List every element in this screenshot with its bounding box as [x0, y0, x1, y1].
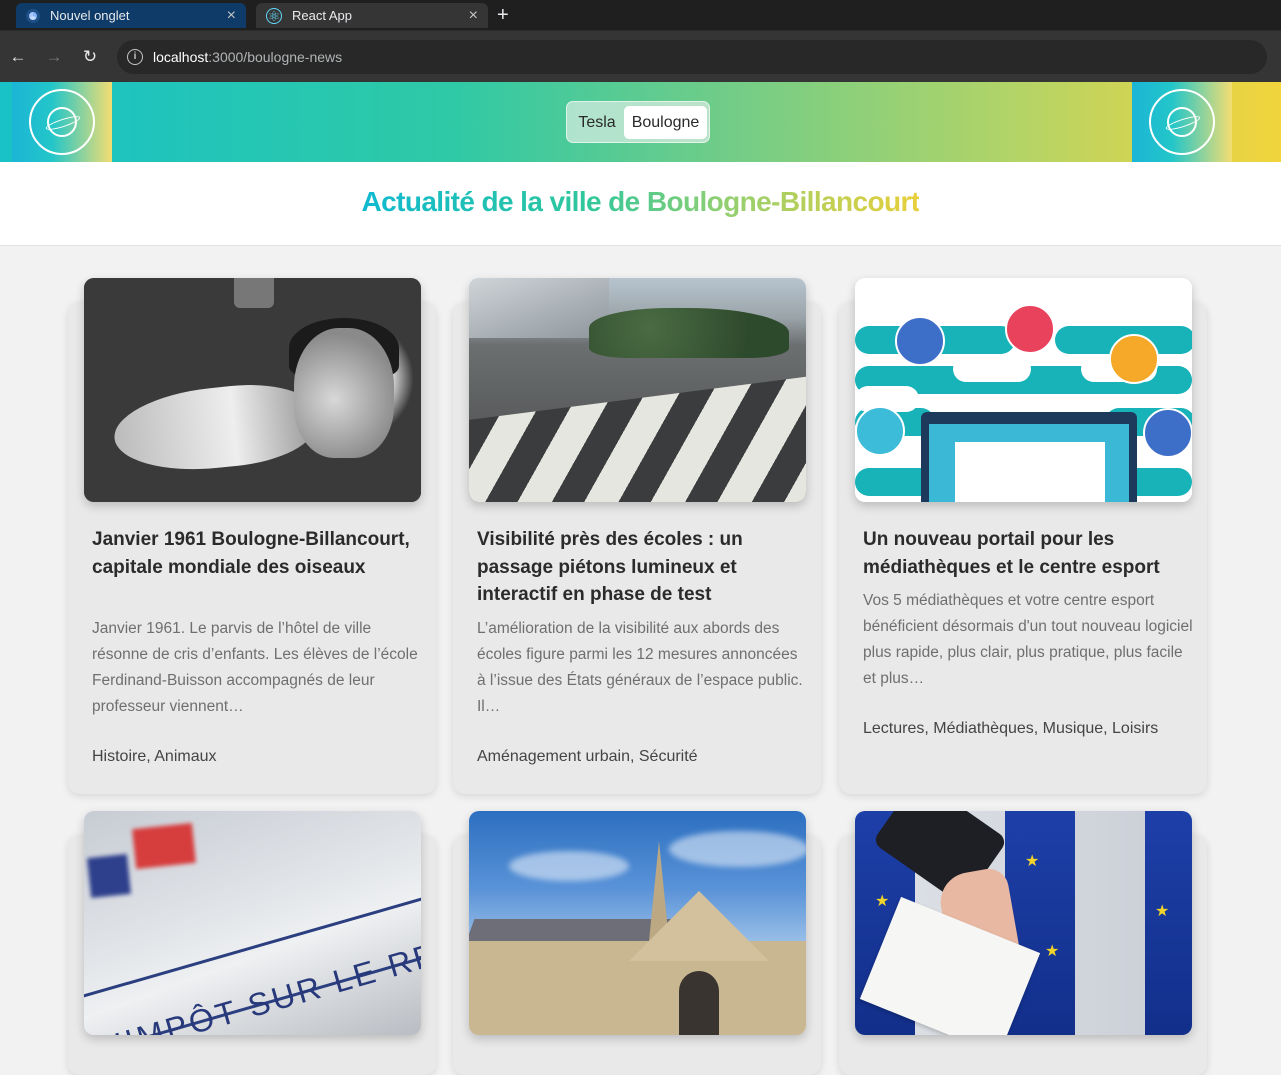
address-bar: ← → ↻ i localhost:3000/boulogne-news: [0, 30, 1281, 82]
globe-icon: [1149, 89, 1215, 155]
star-icon: ★: [1155, 903, 1170, 920]
back-arrow-icon[interactable]: ←: [8, 47, 28, 67]
close-icon[interactable]: ×: [469, 7, 478, 24]
tab-react-app[interactable]: ⚛ React App ×: [256, 3, 488, 28]
news-card[interactable]: Visibilité près des écoles : un passage …: [453, 278, 821, 794]
article-tags: Aménagement urbain, Sécurité: [477, 748, 698, 765]
hourglass-icon: [855, 406, 905, 456]
page-title: Actualité de la ville de Boulogne-Billan…: [361, 186, 921, 217]
globe-icon: [29, 89, 95, 155]
article-description: L’amélioration de la visibilité aux abor…: [477, 620, 803, 715]
article-image: [855, 278, 1192, 502]
article-image: D’IMPÔT SUR LE REV: [84, 811, 421, 1035]
new-tab-button[interactable]: +: [497, 5, 509, 25]
star-icon: ★: [875, 893, 890, 910]
article-image: ★ ★ ★ ★: [855, 811, 1192, 1035]
switch-option-boulogne[interactable]: Boulogne: [624, 106, 707, 139]
star-icon: ★: [1045, 943, 1060, 960]
article-description: Vos 5 médiathèques et votre centre espor…: [863, 592, 1193, 687]
url-input[interactable]: i localhost:3000/boulogne-news: [117, 40, 1267, 74]
article-title[interactable]: Visibilité près des écoles : un passage …: [477, 526, 807, 609]
star-icon: ★: [1025, 853, 1040, 870]
reload-icon[interactable]: ↻: [80, 47, 100, 67]
article-tags: Histoire, Animaux: [92, 748, 217, 765]
news-card[interactable]: D’IMPÔT SUR LE REV: [68, 811, 436, 1075]
megaphone-icon: [1005, 304, 1055, 354]
tab-nouvel-onglet[interactable]: Nouvel onglet ×: [16, 3, 246, 28]
chart-icon: [1109, 334, 1159, 384]
browser-tab-bar: Nouvel onglet × ⚛ React App × +: [0, 0, 1281, 30]
news-card[interactable]: ★ ★ ★ ★: [839, 811, 1207, 1075]
news-card[interactable]: Janvier 1961 Boulogne-Billancourt, capit…: [68, 278, 436, 794]
article-image: [84, 278, 421, 502]
news-card[interactable]: Un nouveau portail pour les médiathèques…: [839, 278, 1207, 794]
gear-icon: [895, 316, 945, 366]
boulogne-tesla-logo: [12, 82, 112, 162]
url-text: localhost:3000/boulogne-news: [153, 49, 343, 65]
react-icon: ⚛: [266, 7, 282, 24]
close-icon[interactable]: ×: [227, 7, 236, 24]
article-image: [469, 811, 806, 1035]
article-image: [469, 278, 806, 502]
chrome-icon: [26, 8, 40, 23]
switch-option-tesla[interactable]: Tesla: [572, 106, 622, 139]
tab-label: React App: [292, 8, 352, 23]
info-icon[interactable]: i: [127, 49, 143, 65]
source-switch: Tesla Boulogne: [566, 101, 710, 143]
article-description: Janvier 1961. Le parvis de l’hôtel de vi…: [92, 620, 418, 715]
forward-arrow-icon[interactable]: →: [44, 47, 64, 67]
browser-icon: [1143, 408, 1192, 458]
article-tags: Lectures, Médiathèques, Musique, Loisirs: [863, 720, 1159, 737]
news-card[interactable]: [453, 811, 821, 1075]
boulogne-tesla-logo: [1132, 82, 1232, 162]
article-title[interactable]: Un nouveau portail pour les médiathèques…: [863, 526, 1193, 581]
article-title[interactable]: Janvier 1961 Boulogne-Billancourt, capit…: [92, 526, 422, 581]
tab-label: Nouvel onglet: [50, 8, 130, 23]
